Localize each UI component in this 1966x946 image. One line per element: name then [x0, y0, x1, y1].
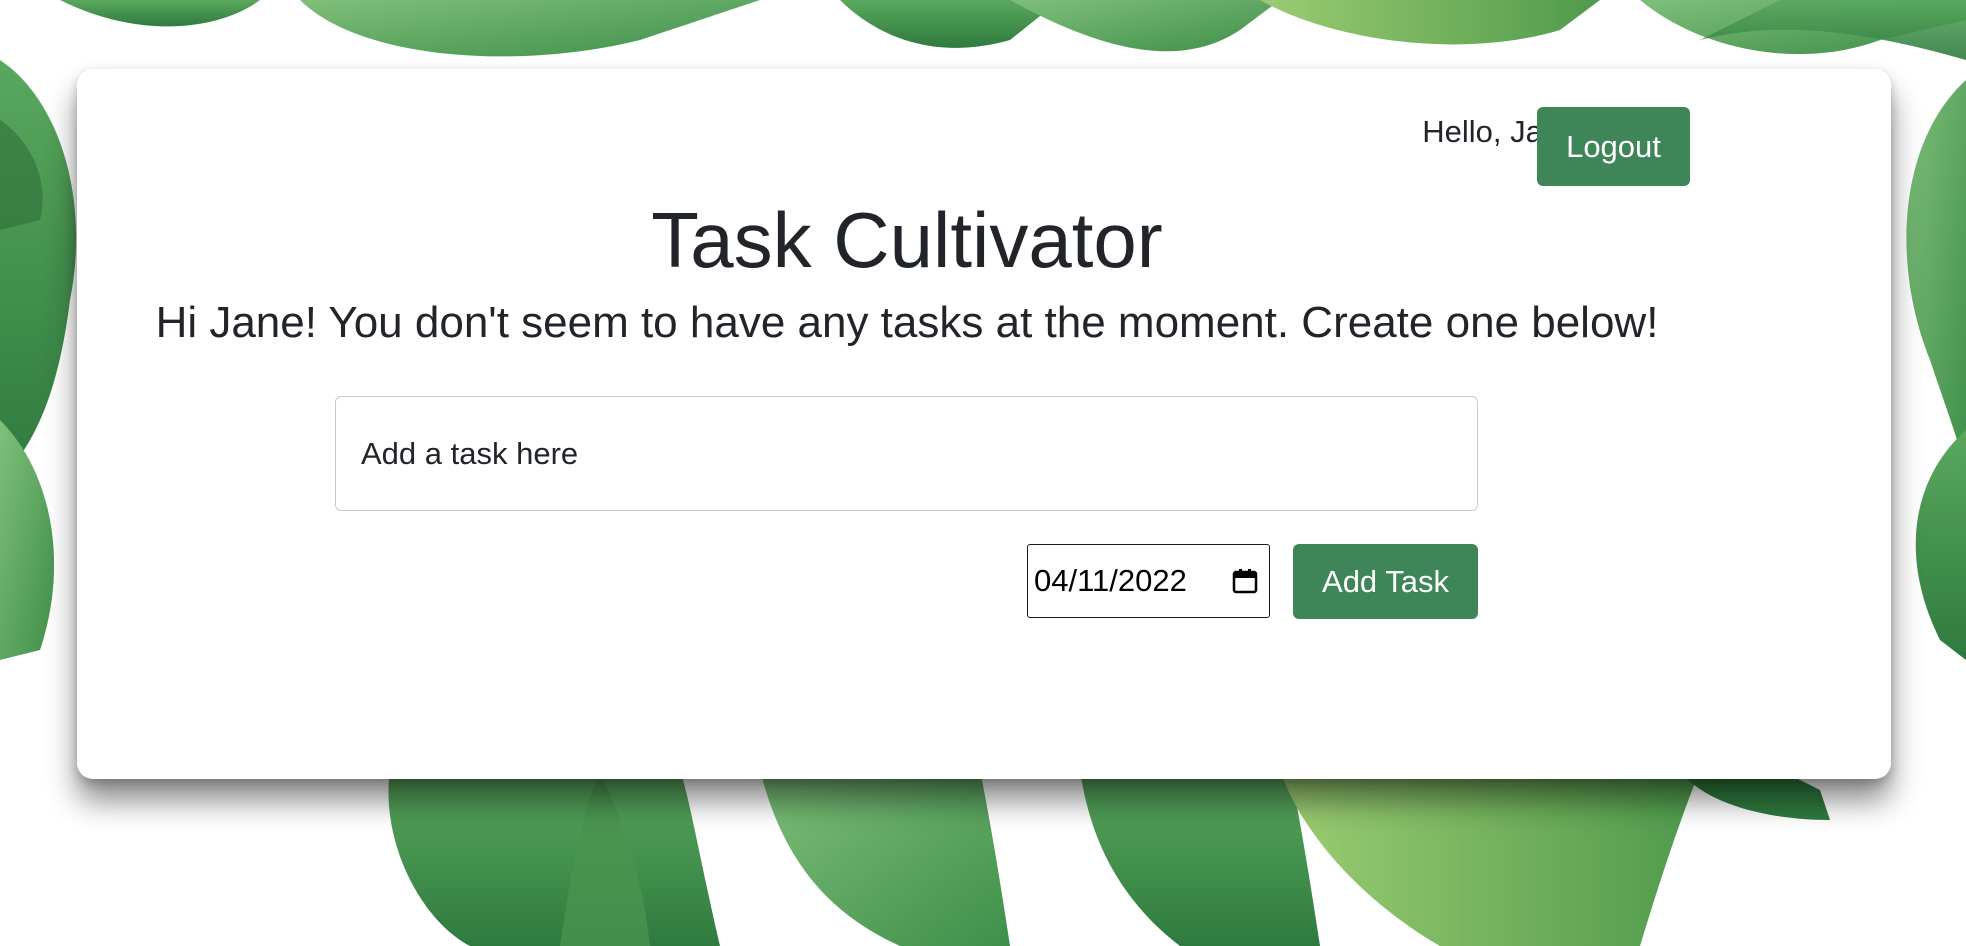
- empty-tasks-message: Hi Jane! You don't seem to have any task…: [155, 298, 1659, 347]
- task-input[interactable]: [335, 396, 1478, 511]
- logout-button[interactable]: Logout: [1537, 107, 1690, 186]
- due-date-input[interactable]: 04/11/2022: [1027, 544, 1270, 618]
- page-title: Task Cultivator: [651, 196, 1163, 284]
- calendar-icon[interactable]: [1231, 567, 1259, 595]
- due-date-value: 04/11/2022: [1034, 563, 1187, 598]
- add-task-button[interactable]: Add Task: [1293, 544, 1478, 619]
